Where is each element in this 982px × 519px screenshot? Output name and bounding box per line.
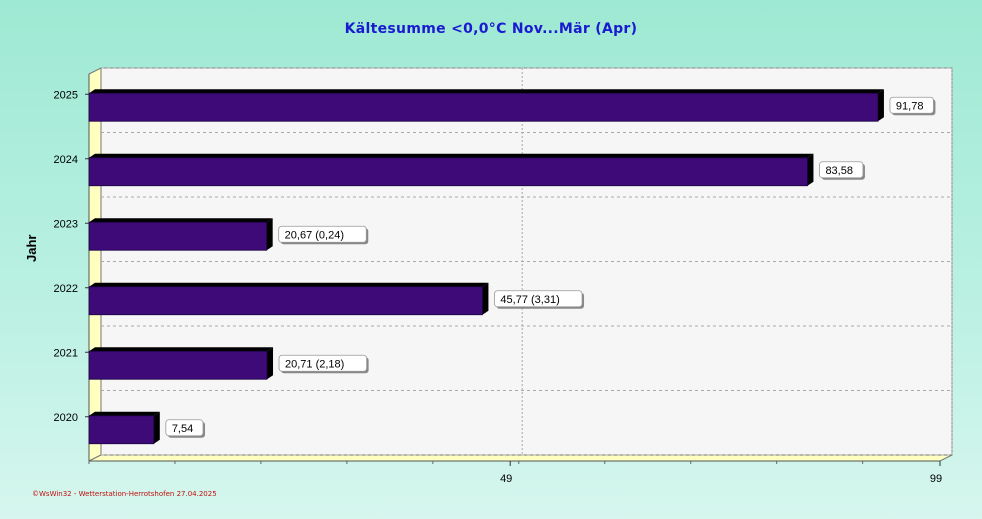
y-tick-label: 2025 xyxy=(54,89,78,101)
y-tick-label: 2021 xyxy=(54,347,78,359)
bar-top-face xyxy=(89,282,489,287)
plot-floor xyxy=(88,454,953,462)
data-label: 45,77 (3,31) xyxy=(500,294,559,306)
bar-front-face xyxy=(88,221,268,251)
bar-top-face xyxy=(89,411,160,416)
bar-side-face xyxy=(807,153,814,186)
bar-front-face xyxy=(88,350,268,380)
y-tick-label: 2023 xyxy=(54,218,78,230)
chart-container: Kältesumme <0,0°C Nov...Mär (Apr) Jahr 4… xyxy=(0,0,982,519)
bar-front-face xyxy=(88,415,155,445)
x-tick-label: 99 xyxy=(930,473,942,485)
bar-side-face xyxy=(877,89,884,122)
data-label: 83,58 xyxy=(825,165,853,177)
bar-side-face xyxy=(153,411,160,444)
bar-top-face xyxy=(89,89,884,94)
bar-2020 xyxy=(88,411,160,445)
bar-side-face xyxy=(482,282,489,315)
bar-side-face xyxy=(266,218,273,251)
bar-2021 xyxy=(88,347,274,380)
y-tick-label: 2020 xyxy=(54,412,78,424)
bar-top-face xyxy=(89,153,814,158)
plot-left-wall xyxy=(88,67,102,462)
bar-front-face xyxy=(88,92,879,122)
footer-credit: ©WsWin32 - Wetterstation-Herrotshofen 27… xyxy=(32,490,217,498)
y-tick-label: 2024 xyxy=(54,154,78,166)
bar-top-face xyxy=(89,347,274,352)
data-label: 7,54 xyxy=(172,423,193,435)
data-label: 20,67 (0,24) xyxy=(285,229,344,241)
x-tick-label: 49 xyxy=(500,473,512,485)
bar-front-face xyxy=(88,157,808,187)
bar-2024 xyxy=(88,153,814,187)
bar-2023 xyxy=(88,218,273,251)
chart-plot: 49 99 2025 91,78 2024 83,58 2023 20,67 (0,24) 20… xyxy=(54,67,953,485)
data-label: 20,71 (2,18) xyxy=(285,358,344,370)
bar-side-face xyxy=(267,347,274,380)
y-tick-label: 2022 xyxy=(54,283,78,295)
data-label: 91,78 xyxy=(896,100,924,112)
bar-top-face xyxy=(89,218,273,223)
bar-front-face xyxy=(88,286,483,316)
bar-2025 xyxy=(88,89,884,122)
bar-2022 xyxy=(88,282,489,316)
